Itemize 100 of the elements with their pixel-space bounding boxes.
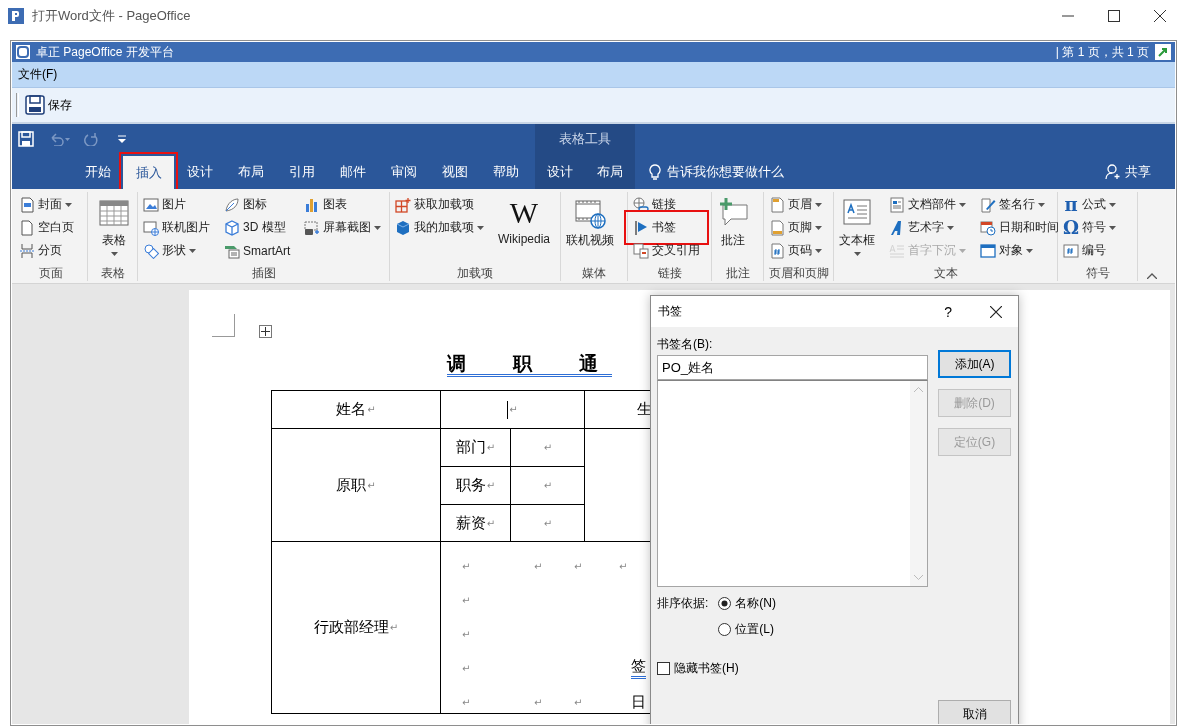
- link-icon: [633, 196, 649, 213]
- ribbon-button[interactable]: 获取加载项: [392, 193, 487, 216]
- page-info: | 第 1 页，共 1 页: [1055, 43, 1149, 61]
- ribbon-tab[interactable]: 帮助: [480, 154, 531, 189]
- screenshot-icon: [304, 219, 321, 236]
- ribbon-tab[interactable]: 开始: [72, 154, 123, 189]
- ribbon-button[interactable]: 我的加载项: [392, 216, 487, 239]
- save-icon[interactable]: [18, 131, 34, 147]
- ribbon-button[interactable]: 图片: [140, 193, 213, 216]
- checkbox[interactable]: 隐藏书签(H): [657, 660, 928, 677]
- customize-icon[interactable]: [118, 135, 126, 143]
- maximize-icon[interactable]: [1108, 10, 1120, 22]
- ribbon-button[interactable]: 对象: [977, 239, 1062, 262]
- ribbon-button[interactable]: 文本框: [836, 193, 878, 262]
- group-label: 加载项: [456, 265, 494, 281]
- ribbon-button[interactable]: 页脚: [766, 216, 825, 239]
- scroll-down-icon: [914, 575, 923, 580]
- ribbon-button[interactable]: 书签: [630, 216, 703, 239]
- ribbon-button[interactable]: 表格: [90, 193, 133, 262]
- radio-option[interactable]: 位置(L): [718, 621, 776, 638]
- ribbon-button[interactable]: 交叉引用: [630, 239, 703, 262]
- paragraph-mark: ↵: [534, 560, 544, 572]
- ribbon-button[interactable]: 联机图片: [140, 216, 213, 239]
- cube-icon: [224, 219, 240, 236]
- group-label: 批注: [724, 265, 751, 281]
- cell-text: 生: [637, 400, 652, 419]
- help-button[interactable]: ?: [944, 303, 952, 320]
- radio-option[interactable]: 名称(N): [718, 595, 776, 612]
- ribbon-button[interactable]: 空白页: [16, 216, 77, 239]
- paragraph-mark: ↵: [367, 479, 376, 491]
- ribbon-button[interactable]: Ω 符号: [1060, 216, 1119, 239]
- cube-icon: [395, 219, 411, 236]
- ribbon-button[interactable]: 形状: [140, 239, 213, 262]
- move-handle-icon[interactable]: [259, 325, 272, 338]
- ribbon-button[interactable]: 艺术字: [886, 216, 969, 239]
- cell-text: 行政部经理: [313, 618, 389, 637]
- ribbon-button[interactable]: 3D 模型: [221, 216, 294, 239]
- symbol-icon: W: [509, 197, 539, 229]
- undo-icon[interactable]: [48, 132, 70, 146]
- ribbon-tab[interactable]: 设计: [535, 154, 585, 189]
- add-in-icon: [395, 196, 411, 213]
- input-field[interactable]: PO_姓名: [657, 355, 928, 380]
- picture-icon: [143, 196, 159, 213]
- group-label: 文本: [932, 265, 959, 281]
- group-label: 表格: [99, 265, 126, 281]
- ribbon-tab[interactable]: 邮件: [327, 154, 378, 189]
- paragraph-mark: ↵: [619, 560, 629, 572]
- share-button[interactable]: 共享: [1105, 154, 1151, 189]
- redo-icon[interactable]: [84, 132, 98, 146]
- ribbon-button[interactable]: 链接: [630, 193, 703, 216]
- ribbon-button[interactable]: 图表: [301, 193, 385, 216]
- paragraph-mark: ↵: [486, 480, 496, 491]
- person-icon: [1105, 163, 1121, 180]
- ribbon-tab[interactable]: 设计: [174, 154, 225, 189]
- menu-item[interactable]: 文件(F): [16, 64, 60, 85]
- group-label: 插图: [250, 265, 277, 281]
- ribbon-button[interactable]: 页码: [766, 239, 825, 262]
- dialog-button[interactable]: 取消: [938, 700, 1011, 724]
- ribbon-button[interactable]: 页眉: [766, 193, 825, 216]
- dialog-button[interactable]: 添加(A): [938, 350, 1011, 378]
- paragraph-mark: ↵: [462, 628, 472, 640]
- ribbon-button[interactable]: 联机视频: [563, 193, 617, 262]
- margin-corner-mark: [212, 314, 235, 337]
- group-label: 链接: [656, 265, 683, 281]
- ribbon-tab[interactable]: 引用: [276, 154, 327, 189]
- ribbon-tab[interactable]: 审阅: [378, 154, 429, 189]
- ribbon-button[interactable]: 日期和时间: [977, 216, 1062, 239]
- ribbon-button[interactable]: 签名行: [977, 193, 1062, 216]
- ribbon-tab[interactable]: 布局: [585, 154, 635, 189]
- ribbon-button[interactable]: 文档部件: [886, 193, 969, 216]
- cross-reference-icon: [633, 242, 649, 259]
- group-label: 符号: [1084, 265, 1111, 281]
- ribbon-button[interactable]: 屏幕截图: [301, 216, 385, 239]
- ribbon-button[interactable]: π 公式: [1060, 193, 1119, 216]
- ribbon-tab[interactable]: 布局: [225, 154, 276, 189]
- close-icon[interactable]: [990, 305, 1002, 318]
- ribbon-button[interactable]: 封面: [16, 193, 77, 216]
- lightbulb-icon: [649, 163, 661, 180]
- cell-text: 薪资: [455, 513, 486, 533]
- collapse-icon[interactable]: [1147, 273, 1157, 279]
- contextual-tab-label: 表格工具: [559, 130, 611, 148]
- ribbon-button[interactable]: SmartArt: [221, 239, 294, 262]
- paragraph-mark: ↵: [367, 404, 376, 415]
- ribbon-button[interactable]: 批注: [714, 193, 752, 262]
- ribbon-button[interactable]: 图标: [221, 193, 294, 216]
- ribbon-button[interactable]: W Wikipedia: [495, 193, 554, 262]
- ribbon-button[interactable]: 编号: [1060, 239, 1119, 262]
- blank-page-icon: [19, 219, 35, 236]
- app-title: 卓正 PageOffice 开发平台: [36, 43, 175, 61]
- export-icon[interactable]: [1155, 44, 1171, 60]
- app-logo-icon: [16, 45, 30, 59]
- ribbon-button[interactable]: 分页: [16, 239, 77, 262]
- save-button[interactable]: 保存: [25, 95, 72, 115]
- page-number-icon: [769, 242, 785, 259]
- close-icon[interactable]: [1154, 10, 1166, 22]
- table-icon: [98, 197, 130, 229]
- cell-text: 日: [630, 692, 646, 712]
- object-icon: [980, 242, 996, 259]
- ribbon-tab[interactable]: 视图: [429, 154, 480, 189]
- tell-me-field[interactable]: 告诉我你想要做什么: [667, 162, 784, 181]
